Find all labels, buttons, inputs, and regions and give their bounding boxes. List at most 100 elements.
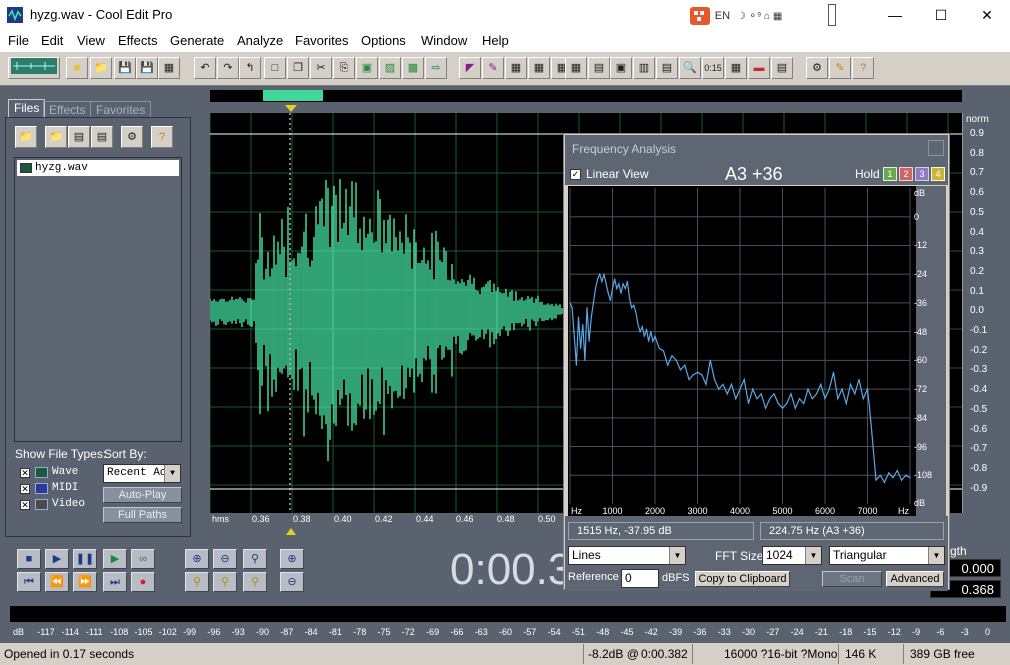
rewind-button[interactable]: ⏪ bbox=[45, 572, 69, 592]
hold-button-2[interactable]: 2 bbox=[899, 167, 913, 181]
spectral-view-button[interactable]: ◤ bbox=[459, 57, 481, 79]
fast-forward-button[interactable]: ⏩ bbox=[73, 572, 97, 592]
info-button[interactable]: ▤ bbox=[771, 57, 793, 79]
loop-button[interactable]: ∞ bbox=[131, 549, 155, 569]
zoom-selection-button[interactable]: ⚲ bbox=[243, 572, 267, 592]
insert-button[interactable]: ▤ bbox=[68, 126, 90, 148]
fa-title-bar[interactable]: Frequency Analysis bbox=[565, 135, 948, 163]
maximize-button[interactable]: ☐ bbox=[918, 0, 964, 30]
close-button[interactable]: ✕ bbox=[964, 0, 1010, 30]
window-function-select[interactable]: Triangular ▼ bbox=[829, 546, 945, 565]
help-button[interactable]: ? bbox=[852, 57, 874, 79]
linear-view-checkbox[interactable]: ✓ bbox=[570, 169, 581, 180]
menu-options[interactable]: Options bbox=[361, 33, 406, 48]
mix-paste-button[interactable]: ▨ bbox=[379, 57, 401, 79]
open-file-button-2[interactable]: 📁 bbox=[15, 126, 37, 148]
record-button[interactable]: ● bbox=[131, 572, 155, 592]
copy-to-clipboard-button[interactable]: Copy to Clipboard bbox=[695, 571, 790, 587]
menu-help[interactable]: Help bbox=[482, 33, 509, 48]
save-as-button[interactable]: 💾 bbox=[136, 57, 158, 79]
zoom-tool-button[interactable]: 🔍 bbox=[679, 57, 701, 79]
minimize-button[interactable]: — bbox=[872, 0, 918, 30]
menu-edit[interactable]: Edit bbox=[41, 33, 63, 48]
menu-file[interactable]: File bbox=[8, 33, 29, 48]
zoom-in-h-button[interactable]: ⊕ bbox=[185, 549, 209, 569]
menu-view[interactable]: View bbox=[77, 33, 105, 48]
overview-selection[interactable] bbox=[263, 90, 323, 101]
file-list[interactable]: hyzg.wav bbox=[14, 157, 182, 442]
menu-effects[interactable]: Effects bbox=[118, 33, 158, 48]
view-button-3[interactable]: ▥ bbox=[633, 57, 655, 79]
zoom-full-button[interactable]: ⚲ bbox=[243, 549, 267, 569]
zoom-out-h-button[interactable]: ⊖ bbox=[213, 549, 237, 569]
repeat-command-button[interactable]: ↰ bbox=[239, 57, 261, 79]
menu-generate[interactable]: Generate bbox=[170, 33, 224, 48]
menu-favorites[interactable]: Favorites bbox=[295, 33, 348, 48]
time-display-button[interactable]: 0:15 bbox=[702, 57, 724, 79]
paste-button[interactable]: ⎘ bbox=[333, 57, 355, 79]
hold-button-4[interactable]: 4 bbox=[931, 167, 945, 181]
fa-close-button[interactable] bbox=[928, 140, 944, 156]
file-settings-button[interactable]: ⚙ bbox=[121, 126, 143, 148]
display-mode-select[interactable]: Lines ▼ bbox=[568, 546, 686, 565]
pause-button[interactable]: ❚❚ bbox=[73, 549, 97, 569]
hold-button-1[interactable]: 1 bbox=[883, 167, 897, 181]
view-button-2[interactable]: ▣ bbox=[610, 57, 632, 79]
ime-tray[interactable]: EN ☽ ⚬⁹ ⌂ ▦ bbox=[690, 7, 782, 25]
zoom-out-v-button[interactable]: ⊖ bbox=[280, 572, 304, 592]
zoom-left-button[interactable]: ⚲ bbox=[185, 572, 209, 592]
level-meter-button[interactable]: ▬ bbox=[748, 57, 770, 79]
scan-button[interactable]: Scan bbox=[822, 571, 882, 587]
list-item[interactable]: hyzg.wav bbox=[17, 160, 179, 176]
reference-input[interactable]: 0 bbox=[621, 569, 659, 588]
close-file-button[interactable]: 📁 bbox=[45, 126, 67, 148]
edit-button[interactable]: ✎ bbox=[482, 57, 504, 79]
view-button-4[interactable]: ▤ bbox=[656, 57, 678, 79]
advanced-button[interactable]: Advanced bbox=[886, 571, 944, 587]
crop-button[interactable]: ⇨ bbox=[425, 57, 447, 79]
toggle-view-button[interactable] bbox=[8, 57, 60, 79]
grid-button-2[interactable]: ▦ bbox=[528, 57, 550, 79]
script-button[interactable]: ✎ bbox=[829, 57, 851, 79]
cut-button[interactable]: ✂ bbox=[310, 57, 332, 79]
auto-play-button[interactable]: Auto-Play bbox=[103, 487, 182, 503]
copy-new-button[interactable]: □ bbox=[264, 57, 286, 79]
edit-file-button[interactable]: ▤ bbox=[91, 126, 113, 148]
trim-button[interactable]: ▩ bbox=[402, 57, 424, 79]
new-file-button[interactable]: ■ bbox=[66, 57, 88, 79]
settings-button[interactable]: ⚙ bbox=[806, 57, 828, 79]
zoom-in-v-button[interactable]: ⊕ bbox=[280, 549, 304, 569]
bars-button[interactable]: ▦ bbox=[725, 57, 747, 79]
go-start-button[interactable]: ⏮ bbox=[17, 572, 41, 592]
tab-effects[interactable]: Effects bbox=[43, 101, 92, 117]
play-button[interactable]: ▶ bbox=[45, 549, 69, 569]
open-file-button[interactable]: 📁 bbox=[90, 57, 112, 79]
tab-files[interactable]: Files bbox=[8, 99, 46, 117]
tab-favorites[interactable]: Favorites bbox=[90, 101, 152, 117]
grid-button-4[interactable]: ▦ bbox=[565, 57, 587, 79]
menu-window[interactable]: Window bbox=[421, 33, 467, 48]
save-button[interactable]: 💾 bbox=[114, 57, 136, 79]
wave-type-checkbox[interactable]: ✕ bbox=[20, 468, 30, 478]
midi-type-checkbox[interactable]: ✕ bbox=[20, 484, 30, 494]
sort-by-select[interactable]: Recent Ac ▼ bbox=[103, 464, 181, 483]
view-button-1[interactable]: ▤ bbox=[588, 57, 610, 79]
zoom-right-button[interactable]: ⚲ bbox=[213, 572, 237, 592]
file-help-button[interactable]: ? bbox=[151, 126, 173, 148]
frequency-graph[interactable]: Hz 1000 2000 3000 4000 5000 6000 7000 Hz bbox=[568, 186, 916, 516]
redo-button[interactable]: ↷ bbox=[217, 57, 239, 79]
hold-button-3[interactable]: 3 bbox=[915, 167, 929, 181]
frequency-analysis-window[interactable]: Frequency Analysis ✓ Linear View A3 +36 … bbox=[563, 133, 950, 591]
grid-button-1[interactable]: ▦ bbox=[505, 57, 527, 79]
undo-button[interactable]: ↶ bbox=[194, 57, 216, 79]
save-all-button[interactable]: ▦ bbox=[158, 57, 180, 79]
go-end-button[interactable]: ⏭ bbox=[103, 572, 127, 592]
level-meter[interactable] bbox=[10, 606, 1006, 622]
copy-button[interactable]: ❐ bbox=[287, 57, 309, 79]
stop-button[interactable]: ■ bbox=[17, 549, 41, 569]
play-to-end-button[interactable]: ▶ bbox=[103, 549, 127, 569]
full-paths-button[interactable]: Full Paths bbox=[103, 507, 182, 523]
video-type-checkbox[interactable]: ✕ bbox=[20, 500, 30, 510]
fft-size-select[interactable]: 1024 ▼ bbox=[762, 546, 822, 565]
menu-analyze[interactable]: Analyze bbox=[237, 33, 283, 48]
